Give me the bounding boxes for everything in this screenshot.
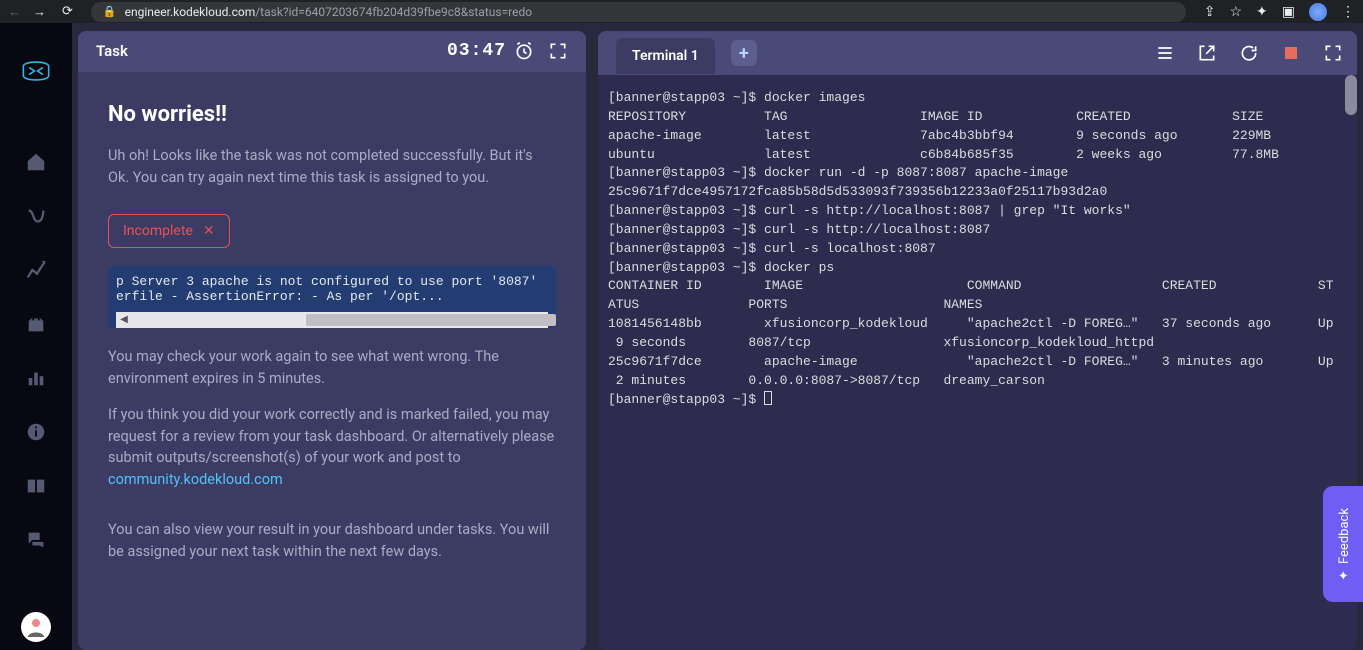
lock-icon: 🔒: [103, 5, 117, 18]
profile-avatar[interactable]: [1309, 3, 1327, 21]
advice-2: If you think you did your work correctly…: [108, 404, 556, 491]
status-label: Incomplete: [123, 223, 193, 239]
user-avatar[interactable]: [21, 612, 51, 642]
sidebar-item-info[interactable]: [23, 419, 49, 445]
nav-back-icon[interactable]: ←: [8, 4, 21, 20]
maximize-icon[interactable]: [1323, 43, 1343, 63]
task-panel-header: Task 03:47: [78, 31, 586, 72]
terminal-text: [banner@stapp03 ~]$ docker images REPOSI…: [608, 90, 1334, 407]
task-panel: Task 03:47 No worries!! Uh oh! Looks lik…: [78, 31, 586, 650]
share-icon[interactable]: ⇪: [1204, 4, 1216, 20]
star-icon[interactable]: ☆: [1229, 4, 1242, 20]
feedback-label: Feedback: [1337, 508, 1352, 564]
popout-icon[interactable]: [1197, 43, 1217, 63]
error-output: p Server 3 apache is not configured to u…: [108, 266, 556, 328]
status-badge[interactable]: Incomplete ✕: [108, 214, 230, 248]
task-body: No worries!! Uh oh! Looks like the task …: [78, 72, 586, 650]
advice-3: You can also view your result in your da…: [108, 519, 556, 563]
menu-icon[interactable]: [1155, 43, 1175, 63]
fullscreen-icon[interactable]: [548, 41, 568, 61]
sidebar-item-docs[interactable]: [23, 473, 49, 499]
timer-value: 03:47: [447, 41, 506, 61]
scroll-left-icon[interactable]: ◀: [116, 314, 132, 326]
task-summary: Uh oh! Looks like the task was not compl…: [108, 145, 556, 189]
restart-icon[interactable]: [1239, 43, 1259, 63]
scroll-right-icon[interactable]: ▶: [532, 314, 548, 326]
sidebar-item-castle[interactable]: [23, 311, 49, 337]
terminal-cursor: [764, 391, 772, 405]
browser-toolbar: ← → ⟳ 🔒 engineer.kodekloud.com/task?id=6…: [0, 0, 1363, 23]
advice-1: You may check your work again to see wha…: [108, 346, 556, 390]
terminal-header-icons: [1155, 43, 1343, 63]
task-timer: 03:47: [447, 41, 534, 61]
reload-icon[interactable]: ⟳: [62, 4, 73, 19]
horizontal-scrollbar[interactable]: ◀ ▶: [116, 312, 548, 328]
url-domain: engineer.kodekloud.com: [125, 5, 256, 19]
sidebar-item-forum[interactable]: [23, 527, 49, 553]
content-area: Task 03:47 No worries!! Uh oh! Looks lik…: [72, 23, 1363, 650]
sidebar-item-leaderboard[interactable]: [23, 365, 49, 391]
nav-forward-icon[interactable]: →: [33, 4, 46, 20]
nav-arrows: ← →: [8, 4, 46, 20]
task-tab-label: Task: [96, 42, 128, 60]
sidebar-item-analytics[interactable]: [23, 257, 49, 283]
left-sidebar: [0, 23, 72, 650]
extensions-icon[interactable]: ✦: [1256, 4, 1268, 20]
stop-button[interactable]: [1281, 43, 1301, 63]
terminal-panel: Terminal 1 + [banner@stapp03 ~]$ docker …: [598, 31, 1357, 650]
url-bar[interactable]: 🔒 engineer.kodekloud.com/task?id=6407203…: [91, 2, 1186, 22]
alarm-icon: [514, 41, 534, 61]
error-text: p Server 3 apache is not configured to u…: [116, 274, 548, 312]
sidebar-item-home[interactable]: [23, 149, 49, 175]
url-path: /task?id=6407203674fb204d39fbe9c8&status…: [255, 5, 532, 19]
terminal-panel-header: Terminal 1 +: [598, 31, 1357, 75]
terminal-tab[interactable]: Terminal 1: [616, 38, 715, 74]
tabs-icon[interactable]: ▣: [1282, 4, 1295, 20]
add-terminal-button[interactable]: +: [731, 40, 757, 66]
main-layout: Task 03:47 No worries!! Uh oh! Looks lik…: [0, 23, 1363, 650]
kebab-menu-icon[interactable]: ⋮: [1341, 4, 1355, 20]
terminal-scrollbar[interactable]: [1345, 75, 1357, 115]
kodekloud-logo[interactable]: [16, 51, 56, 91]
feedback-button[interactable]: ✦ Feedback: [1323, 486, 1363, 602]
task-heading: No worries!!: [108, 102, 556, 127]
terminal-output[interactable]: [banner@stapp03 ~]$ docker images REPOSI…: [598, 75, 1357, 650]
close-icon[interactable]: ✕: [203, 223, 215, 239]
community-link[interactable]: community.kodekloud.com: [108, 471, 283, 488]
sidebar-item-path[interactable]: [23, 203, 49, 229]
browser-right-icons: ⇪ ☆ ✦ ▣ ⋮: [1204, 3, 1355, 21]
sparkle-icon: ✦: [1337, 570, 1352, 581]
